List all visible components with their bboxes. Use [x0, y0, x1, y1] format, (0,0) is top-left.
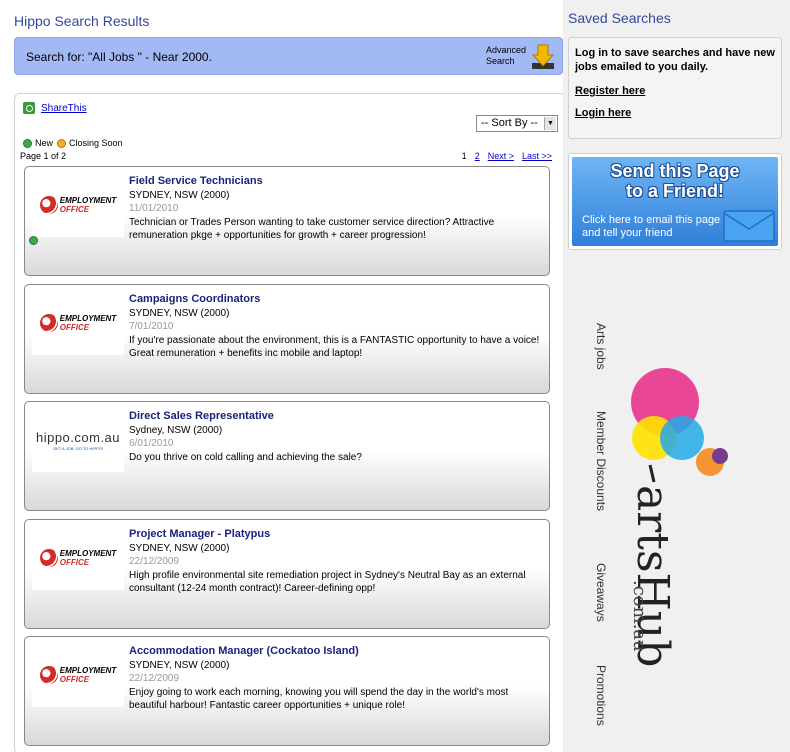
- download-arrow-icon[interactable]: [530, 43, 556, 71]
- job-location: Sydney, NSW (2000): [129, 425, 223, 436]
- envelope-icon: [723, 210, 775, 242]
- employment-office-logo: EMPLOYMENT OFFICE: [32, 291, 124, 355]
- page-1: 1: [461, 151, 467, 161]
- friend-heading-2: to a Friend!: [626, 181, 724, 201]
- employment-office-swirl-icon: [39, 549, 58, 567]
- legend: New Closing Soon: [23, 138, 123, 148]
- hippo-logo: hippo.com.au GET A JOB. GO TO HIPPO!: [32, 408, 124, 472]
- page-indicator: Page 1 of 2: [20, 151, 67, 161]
- results-list: ShareThis -- Sort By -- ▼ New Closing So…: [14, 93, 566, 752]
- ad-arts-jobs: Arts jobs: [594, 323, 608, 370]
- logo-text-1: EMPLOYMENT: [59, 666, 117, 675]
- job-card[interactable]: EMPLOYMENT OFFICE Accommodation Manager (…: [24, 636, 550, 746]
- search-summary: Search for: "All Jobs " - Near 2000.: [26, 50, 212, 64]
- friend-heading-1: Send this Page: [610, 161, 740, 181]
- search-summary-bar: Search for: "All Jobs " - Near 2000. Adv…: [14, 37, 563, 75]
- logo-text-2: OFFICE: [59, 205, 90, 214]
- job-date: 6/01/2010: [129, 438, 174, 449]
- ad-member-discounts: Member Discounts: [594, 411, 608, 512]
- ad-giveaways: Giveaways: [594, 563, 608, 622]
- hippo-logo-tagline: GET A JOB. GO TO HIPPO!: [52, 445, 103, 451]
- job-date: 22/12/2009: [129, 673, 180, 684]
- login-message: Log in to save searches and have new job…: [575, 47, 775, 73]
- logo-text-2: OFFICE: [59, 675, 90, 684]
- advanced-search-link[interactable]: Advanced Search: [486, 45, 528, 67]
- artshub-ad[interactable]: Arts jobs Member Discounts Giveaways Pro…: [580, 315, 780, 745]
- logo-text-1: EMPLOYMENT: [59, 549, 117, 558]
- share-icon: [23, 102, 35, 114]
- job-title-link[interactable]: Campaigns Coordinators: [129, 293, 260, 305]
- job-location: SYDNEY, NSW (2000): [129, 660, 230, 671]
- share-this-link[interactable]: ShareThis: [41, 103, 87, 114]
- job-title-link[interactable]: Accommodation Manager (Cockatoo Island): [129, 645, 359, 657]
- job-title-link[interactable]: Project Manager - Platypus: [129, 528, 270, 540]
- login-box: Log in to save searches and have new job…: [568, 37, 782, 139]
- friend-subtext: Click here to email this page and tell y…: [582, 214, 721, 239]
- share-this[interactable]: ShareThis: [23, 102, 87, 114]
- hippo-logo-text: hippo.com.au: [35, 429, 121, 445]
- last-page-link[interactable]: Last >>: [522, 151, 552, 161]
- job-date: 22/12/2009: [129, 556, 180, 567]
- login-link[interactable]: Login here: [575, 107, 775, 119]
- legend-closing: Closing Soon: [69, 138, 123, 148]
- employment-office-logo: EMPLOYMENT OFFICE: [32, 643, 124, 707]
- new-icon: [29, 236, 38, 245]
- employment-office-swirl-icon: [39, 314, 58, 332]
- sort-by-value: -- Sort By --: [481, 117, 538, 129]
- results-panel: Hippo Search Results Search for: "All Jo…: [0, 0, 566, 752]
- employment-office-logo: EMPLOYMENT OFFICE: [32, 526, 124, 590]
- job-date: 7/01/2010: [129, 321, 174, 332]
- job-description: If you're passionate about the environme…: [129, 335, 540, 359]
- employment-office-logo: EMPLOYMENT OFFICE: [32, 173, 124, 237]
- artshub-suffix: .com.au: [629, 580, 650, 652]
- new-icon: [23, 138, 32, 148]
- pagination: 1 2 Next > Last >>: [462, 151, 552, 161]
- job-card[interactable]: hippo.com.au GET A JOB. GO TO HIPPO! Dir…: [24, 401, 550, 511]
- chevron-down-icon[interactable]: ▼: [544, 117, 556, 130]
- sort-by-select[interactable]: -- Sort By -- ▼: [476, 115, 558, 132]
- register-link[interactable]: Register here: [575, 85, 775, 97]
- legend-new: New: [35, 138, 54, 148]
- job-description: Do you thrive on cold calling and achiev…: [129, 452, 362, 463]
- job-title-link[interactable]: Direct Sales Representative: [129, 410, 274, 422]
- logo-text-1: EMPLOYMENT: [59, 314, 117, 323]
- job-description: Technician or Trades Person wanting to t…: [129, 217, 495, 241]
- job-date: 11/01/2010: [129, 203, 179, 214]
- logo-text-2: OFFICE: [59, 558, 90, 567]
- job-card[interactable]: EMPLOYMENT OFFICE Field Service Technicia…: [24, 166, 550, 276]
- page-2-link[interactable]: 2: [475, 151, 480, 161]
- advanced-search-label: Advanced Search: [486, 45, 527, 66]
- employment-office-swirl-icon: [39, 666, 58, 684]
- page-title: Hippo Search Results: [14, 13, 150, 29]
- job-title-link[interactable]: Field Service Technicians: [129, 175, 263, 187]
- job-card[interactable]: EMPLOYMENT OFFICE Project Manager - Platy…: [24, 519, 550, 629]
- job-location: SYDNEY, NSW (2000): [129, 308, 230, 319]
- job-description: Enjoy going to work each morning, knowin…: [129, 687, 509, 711]
- sidebar: Saved Searches Log in to save searches a…: [563, 0, 790, 752]
- job-description: High profile environmental site remediat…: [129, 570, 526, 594]
- closing-soon-icon: [57, 138, 67, 148]
- employment-office-swirl-icon: [39, 196, 58, 214]
- ad-promotions: Promotions: [594, 665, 608, 726]
- logo-text-1: EMPLOYMENT: [59, 196, 117, 205]
- job-location: SYDNEY, NSW (2000): [129, 543, 230, 554]
- artshub-circles-icon: [631, 368, 728, 483]
- logo-text-2: OFFICE: [59, 323, 90, 332]
- job-card[interactable]: EMPLOYMENT OFFICE Campaigns Coordinators …: [24, 284, 550, 394]
- job-location: SYDNEY, NSW (2000): [129, 190, 230, 201]
- send-to-friend-banner[interactable]: Send this Page to a Friend! Click here t…: [568, 153, 782, 250]
- next-page-link[interactable]: Next >: [488, 151, 514, 161]
- saved-searches-title: Saved Searches: [568, 10, 671, 26]
